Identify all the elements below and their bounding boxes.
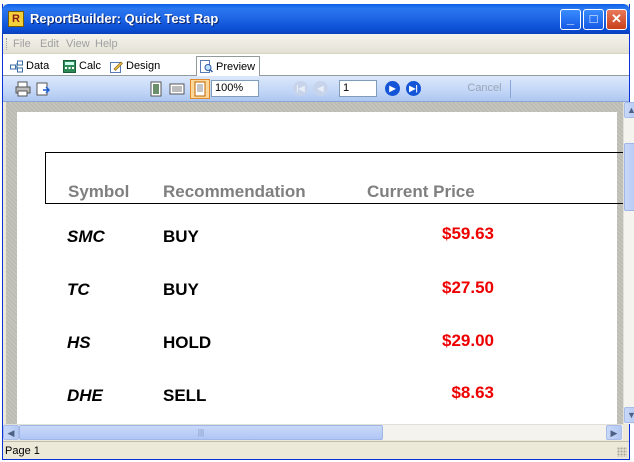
row-price: $8.63	[451, 383, 494, 402]
column-header-recommendation: Recommendation	[163, 182, 306, 201]
preview-icon	[200, 60, 213, 73]
tab-calc[interactable]: Calc	[60, 56, 105, 76]
first-page-button[interactable]: |◀	[293, 81, 308, 96]
tab-design[interactable]: Design	[107, 56, 164, 76]
tab-bar: Data Calc Design Preview	[3, 54, 629, 77]
column-header-symbol: Symbol	[68, 182, 130, 201]
zoom-input[interactable]: 100%	[211, 80, 259, 97]
cancel-button[interactable]: Cancel	[459, 80, 511, 98]
page-width-icon[interactable]	[169, 81, 185, 97]
column-header-current-price: Current Price	[367, 182, 475, 201]
scroll-left-icon[interactable]: ◀	[3, 425, 19, 440]
prior-page-icon: ◀	[317, 84, 324, 93]
row-recommendation: SELL	[163, 386, 207, 405]
menu-grip-icon	[6, 38, 9, 50]
scroll-right-icon[interactable]: ▶	[606, 425, 622, 440]
last-page-button[interactable]: ▶|	[406, 81, 421, 96]
title-bar[interactable]: R ReportBuilder: Quick Test Rap _ □ ✕	[2, 4, 630, 34]
vertical-scroll-thumb[interactable]	[624, 143, 634, 211]
window-title: ReportBuilder: Quick Test Rap	[30, 11, 219, 26]
tab-preview-label: Preview	[216, 60, 256, 73]
menu-help[interactable]: Help	[95, 38, 118, 50]
row-price: $27.50	[442, 278, 494, 297]
scroll-down-icon[interactable]: ▼	[624, 407, 634, 423]
scroll-up-icon[interactable]: ▲	[624, 102, 634, 118]
tab-preview[interactable]: Preview	[196, 56, 261, 77]
export-icon[interactable]	[35, 81, 51, 97]
column-header-band	[45, 152, 623, 204]
menu-bar: File Edit View Help	[3, 34, 629, 54]
app-icon: R	[8, 11, 24, 27]
status-page-text: Page 1	[5, 445, 40, 457]
close-button[interactable]: ✕	[606, 9, 627, 30]
whole-page-icon[interactable]	[148, 81, 164, 97]
calc-icon	[63, 59, 76, 73]
row-price: $29.00	[442, 331, 494, 350]
row-symbol: DHE	[67, 386, 103, 405]
tab-data-label: Data	[26, 60, 50, 72]
row-recommendation: BUY	[163, 227, 199, 246]
zoom-100-button[interactable]	[190, 79, 210, 99]
vertical-scrollbar[interactable]: ▲ ▼	[623, 102, 634, 424]
maximize-button[interactable]: □	[583, 9, 604, 30]
tab-design-label: Design	[126, 60, 161, 72]
page-100-icon	[194, 81, 206, 97]
status-bar: Page 1	[3, 441, 629, 459]
horizontal-scroll-thumb[interactable]: |||	[19, 425, 383, 440]
last-page-icon: ▶|	[409, 84, 418, 93]
data-icon	[10, 60, 23, 72]
menu-view[interactable]: View	[66, 38, 90, 50]
minimize-button[interactable]: _	[560, 9, 581, 30]
row-symbol: HS	[67, 333, 91, 352]
menu-file[interactable]: File	[13, 38, 31, 50]
tab-calc-label: Calc	[79, 60, 102, 72]
row-recommendation: BUY	[163, 280, 199, 299]
first-page-icon: |◀	[296, 84, 305, 93]
resize-grip-icon[interactable]	[617, 447, 627, 457]
design-icon	[110, 61, 123, 73]
tab-data[interactable]: Data	[7, 56, 53, 76]
row-symbol: TC	[67, 280, 90, 299]
page-number-input[interactable]: 1	[339, 80, 377, 97]
preview-toolbar: 100% |◀ ◀ 1 ▶ ▶| Cancel	[3, 76, 629, 102]
next-page-button[interactable]: ▶	[385, 81, 400, 96]
next-page-icon: ▶	[389, 84, 396, 93]
app-window: R ReportBuilder: Quick Test Rap _ □ ✕ Fi…	[2, 4, 634, 460]
row-recommendation: HOLD	[163, 333, 212, 352]
row-symbol: SMC	[67, 227, 105, 246]
menu-edit[interactable]: Edit	[40, 38, 59, 50]
row-price: $59.63	[442, 224, 494, 243]
prior-page-button[interactable]: ◀	[313, 81, 328, 96]
report-preview-area: Symbol Recommendation Current Price SMC …	[6, 102, 623, 424]
horizontal-scrollbar[interactable]: ◀ ||| ▶	[3, 424, 623, 440]
print-icon[interactable]	[15, 81, 31, 97]
